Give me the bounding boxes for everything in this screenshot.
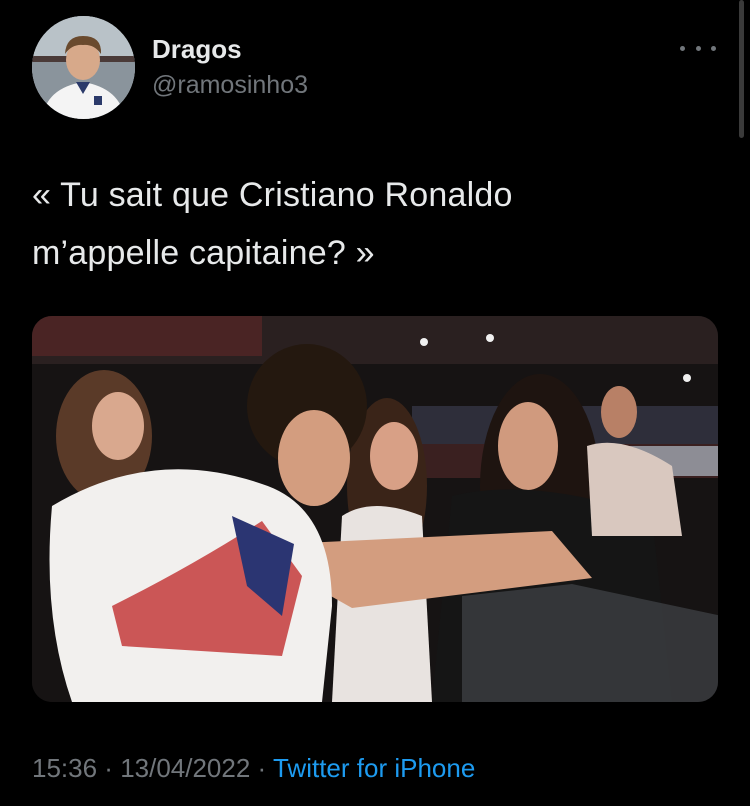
- meta-separator: ·: [97, 753, 121, 783]
- author-info[interactable]: Dragos @ramosinho3: [152, 34, 308, 100]
- scrollbar[interactable]: [739, 0, 744, 138]
- tweet: Dragos @ramosinho3 « Tu sait que Cristia…: [0, 0, 750, 806]
- avatar[interactable]: [32, 16, 135, 119]
- user-handle[interactable]: @ramosinho3: [152, 70, 308, 100]
- tweet-meta: 15:36 · 13/04/2022 · Twitter for iPhone: [32, 752, 475, 784]
- display-name[interactable]: Dragos: [152, 34, 308, 64]
- more-horizontal-icon[interactable]: [680, 38, 716, 58]
- meta-separator: ·: [250, 753, 273, 783]
- tweet-photo[interactable]: [32, 316, 718, 702]
- tweet-date[interactable]: 13/04/2022: [120, 753, 250, 783]
- tweet-time[interactable]: 15:36: [32, 753, 97, 783]
- tweet-text: « Tu sait que Cristiano Ronaldo m’appell…: [32, 176, 513, 272]
- tweet-source-link[interactable]: Twitter for iPhone: [273, 753, 475, 783]
